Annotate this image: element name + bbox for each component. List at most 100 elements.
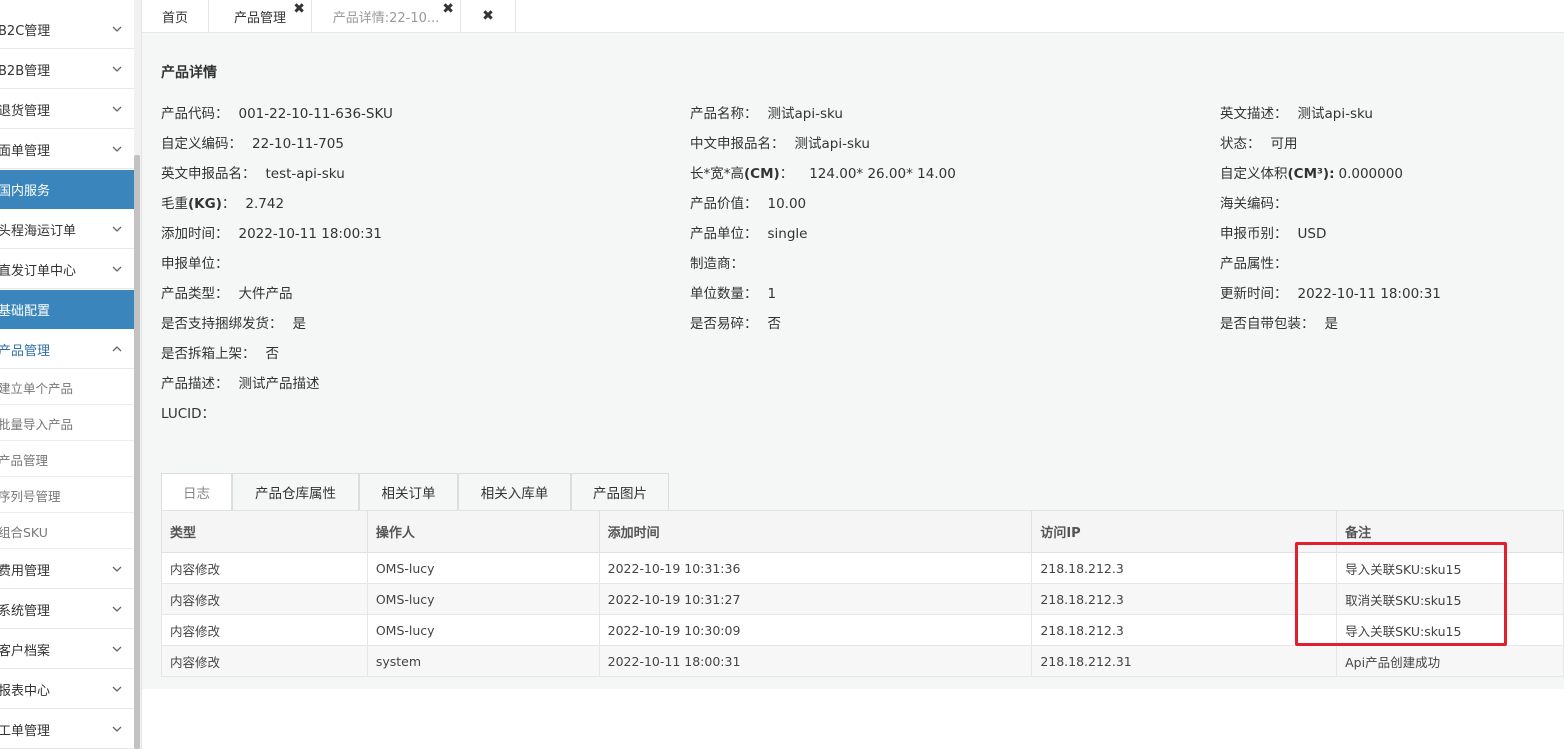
tab-log[interactable]: 日志: [161, 473, 232, 510]
field-product-type: 产品类型： 大件产品: [161, 284, 293, 304]
sidebar-subitem-label: 批量导入产品: [0, 416, 74, 432]
cell-ip: 218.18.212.3: [1031, 583, 1338, 615]
sidebar-item-reports[interactable]: 报表中心: [0, 670, 134, 709]
field-value: 10.00: [767, 196, 807, 212]
field-product-code: 产品代码： 001-22-10-11-636-SKU: [161, 104, 393, 124]
tab-label: 相关订单: [381, 486, 436, 502]
sidebar-item-label: 面单管理: [0, 143, 51, 159]
chevron-down-icon: [112, 566, 122, 572]
sidebar-subitem-label: 序列号管理: [0, 488, 61, 504]
sidebar-item-fees[interactable]: 费用管理: [0, 550, 134, 589]
sidebar-item-label: 退货管理: [0, 103, 51, 119]
sidebar-item-customers[interactable]: 客户档案: [0, 630, 134, 669]
field-en-declare-name: 英文申报品名： test-api-sku: [161, 164, 345, 184]
field-update-time: 更新时间： 2022-10-11 18:00:31: [1220, 284, 1441, 304]
annotation-highlight-box: [1295, 542, 1507, 646]
sidebar-item-label: 产品管理: [0, 343, 51, 359]
tab-warehouse-attributes[interactable]: 产品仓库属性: [232, 473, 359, 510]
sidebar-scrollbar-thumb[interactable]: [134, 155, 140, 749]
close-icon: ✖: [482, 8, 494, 24]
sidebar-item-product-management[interactable]: 产品管理: [0, 330, 134, 369]
cell-ip: 218.18.212.3: [1031, 614, 1338, 646]
field-status: 状态： 可用: [1220, 134, 1298, 154]
field-label: 产品单位：: [690, 226, 758, 242]
chevron-down-icon: [112, 266, 122, 272]
field-label: 英文描述：: [1220, 106, 1288, 122]
tab-label: 日志: [183, 486, 210, 502]
field-label: 是否拆箱上架：: [161, 346, 256, 362]
field-lucid: LUCID：: [161, 404, 225, 424]
tab-product-detail[interactable]: 产品详情:22-10... ✖: [312, 0, 461, 32]
chevron-up-icon: [112, 346, 122, 352]
field-value: 否: [265, 346, 280, 362]
sidebar-section-domestic[interactable]: 国内服务: [0, 170, 134, 209]
sidebar-subitem-bulk-import[interactable]: 批量导入产品: [0, 406, 134, 441]
sidebar-subitem-label: 建立单个产品: [0, 380, 74, 396]
page-title: 产品详情: [161, 65, 217, 81]
field-label: 申报币别：: [1220, 226, 1288, 242]
table-row: 内容修改 system 2022-10-11 18:00:31 218.18.2…: [161, 645, 1564, 677]
sidebar-subitem-combo-sku[interactable]: 组合SKU: [0, 514, 134, 549]
field-manufacturer: 制造商：: [690, 254, 754, 274]
field-value: 22-10-11-705: [252, 136, 344, 152]
sidebar-subitem-serial-numbers[interactable]: 序列号管理: [0, 478, 134, 513]
field-value: 大件产品: [238, 286, 293, 302]
field-value: 可用: [1270, 136, 1298, 152]
chevron-down-icon: [112, 646, 122, 652]
sidebar-item-label: B2B管理: [0, 63, 51, 79]
cell-operator: OMS-lucy: [366, 614, 600, 646]
tab-product-images[interactable]: 产品图片: [571, 473, 669, 510]
close-all-tabs-button[interactable]: ✖: [461, 0, 516, 32]
field-cn-declare-name: 中文申报品名： 测试api-sku: [690, 134, 870, 154]
sidebar-item-label: 报表中心: [0, 683, 51, 699]
close-icon[interactable]: ✖: [442, 1, 454, 17]
chevron-down-icon: [112, 606, 122, 612]
sidebar-item-labels[interactable]: 面单管理: [0, 130, 134, 169]
field-value: 否: [767, 316, 782, 332]
sidebar-item-direct-orders[interactable]: 直发订单中心: [0, 250, 134, 289]
cell-add-time: 2022-10-11 18:00:31: [598, 645, 1033, 677]
chevron-down-icon: [112, 726, 122, 732]
sidebar-section-label: 基础配置: [0, 303, 51, 319]
field-custom-volume: 自定义体积(CM³): 0.000000: [1220, 164, 1403, 184]
sidebar-subitem-create-product[interactable]: 建立单个产品: [0, 370, 134, 405]
sidebar-section-base-config[interactable]: 基础配置: [0, 290, 134, 329]
tab-label: 产品管理: [233, 10, 286, 26]
field-value: 测试api-sku: [1297, 106, 1373, 122]
field-declare-unit: 申报单位：: [161, 254, 239, 274]
sidebar-item-label: 头程海运订单: [0, 223, 77, 239]
sidebar: B2C管理 B2B管理 退货管理 面单管理 国内服务 头程海运订单 直发订单中心…: [0, 0, 136, 749]
sidebar-item-returns[interactable]: 退货管理: [0, 90, 134, 129]
cell-operator: system: [366, 645, 600, 677]
field-value: single: [767, 226, 808, 242]
tab-related-inbound[interactable]: 相关入库单: [458, 473, 571, 510]
tab-product-management[interactable]: 产品管理 ✖: [209, 0, 312, 32]
sidebar-item-b2c[interactable]: B2C管理: [0, 10, 134, 49]
field-value: test-api-sku: [265, 166, 345, 182]
field-value: 测试产品描述: [238, 376, 320, 392]
tab-label: 产品详情:22-10...: [332, 10, 440, 26]
sidebar-item-system[interactable]: 系统管理: [0, 590, 134, 629]
field-label: 产品类型：: [161, 286, 229, 302]
sidebar-item-tickets[interactable]: 工单管理: [0, 710, 134, 749]
field-value: 2022-10-11 18:00:31: [238, 226, 382, 242]
tab-related-orders[interactable]: 相关订单: [359, 473, 458, 510]
sidebar-item-sea-orders[interactable]: 头程海运订单: [0, 210, 134, 249]
field-label: 长*宽*高(CM)：: [690, 166, 794, 182]
sidebar-item-b2b[interactable]: B2B管理: [0, 50, 134, 89]
field-label: 添加时间：: [161, 226, 229, 242]
sidebar-subitem-product-management[interactable]: 产品管理: [0, 442, 134, 477]
tab-home[interactable]: 首页: [142, 0, 209, 32]
field-label: LUCID：: [161, 406, 216, 422]
field-label: 产品代码：: [161, 106, 229, 122]
field-dimensions: 长*宽*高(CM)： 124.00* 26.00* 14.00: [690, 164, 956, 184]
field-label: 产品描述：: [161, 376, 229, 392]
sidebar-subitem-label: 产品管理: [0, 452, 49, 468]
field-bundle-ship: 是否支持捆绑发货： 是: [161, 314, 306, 334]
close-icon[interactable]: ✖: [293, 1, 305, 17]
field-value: 2022-10-11 18:00:31: [1297, 286, 1441, 302]
field-product-name: 产品名称： 测试api-sku: [690, 104, 843, 124]
cell-type: 内容修改: [161, 552, 368, 584]
tab-label: 相关入库单: [480, 486, 549, 502]
column-header-operator: 操作人: [366, 510, 600, 553]
